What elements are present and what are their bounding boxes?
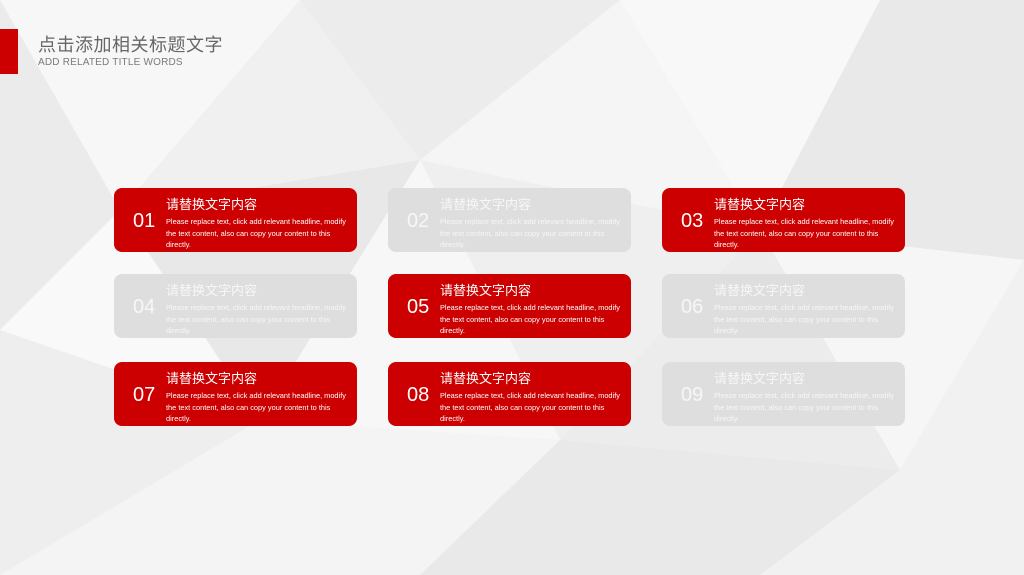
card-number: 07 (133, 384, 156, 406)
card-text: Please replace text, click add relevant … (714, 217, 894, 249)
card-08[interactable]: 08 请替换文字内容 Please replace text, click ad… (388, 362, 631, 426)
card-02[interactable]: 02 请替换文字内容 Please replace text, click ad… (388, 188, 631, 252)
card-text: Please replace text, click add relevant … (440, 217, 620, 249)
card-09[interactable]: 09 请替换文字内容 Please replace text, click ad… (662, 362, 905, 426)
card-06[interactable]: 06 请替换文字内容 Please replace text, click ad… (662, 274, 905, 338)
card-05[interactable]: 05 请替换文字内容 Please replace text, click ad… (388, 274, 631, 338)
card-text: Please replace text, click add relevant … (714, 391, 894, 423)
card-text: Please replace text, click add relevant … (166, 391, 346, 423)
card-07[interactable]: 07 请替换文字内容 Please replace text, click ad… (114, 362, 357, 426)
card-text: Please replace text, click add relevant … (440, 303, 620, 335)
title-accent-bar (0, 29, 18, 74)
card-heading: 请替换文字内容 (440, 284, 532, 299)
card-heading: 请替换文字内容 (166, 198, 258, 213)
card-text: Please replace text, click add relevant … (714, 303, 894, 335)
card-text: Please replace text, click add relevant … (166, 303, 346, 335)
card-number: 08 (407, 384, 430, 406)
card-text: Please replace text, click add relevant … (166, 217, 346, 249)
card-heading: 请替换文字内容 (714, 284, 806, 299)
card-heading: 请替换文字内容 (166, 372, 258, 387)
card-text: Please replace text, click add relevant … (440, 391, 620, 423)
card-heading: 请替换文字内容 (440, 372, 532, 387)
page-subtitle: ADD RELATED TITLE WORDS (38, 57, 183, 68)
page-title: 点击添加相关标题文字 (38, 35, 223, 55)
card-number: 05 (407, 296, 430, 318)
card-heading: 请替换文字内容 (440, 198, 532, 213)
card-number: 09 (681, 384, 704, 406)
card-number: 04 (133, 296, 156, 318)
card-number: 06 (681, 296, 704, 318)
card-number: 01 (133, 210, 156, 232)
card-number: 03 (681, 210, 704, 232)
card-heading: 请替换文字内容 (714, 372, 806, 387)
card-04[interactable]: 04 请替换文字内容 Please replace text, click ad… (114, 274, 357, 338)
card-01[interactable]: 01 请替换文字内容 Please replace text, click ad… (114, 188, 357, 252)
card-heading: 请替换文字内容 (714, 198, 806, 213)
card-number: 02 (407, 210, 430, 232)
card-heading: 请替换文字内容 (166, 284, 258, 299)
card-03[interactable]: 03 请替换文字内容 Please replace text, click ad… (662, 188, 905, 252)
